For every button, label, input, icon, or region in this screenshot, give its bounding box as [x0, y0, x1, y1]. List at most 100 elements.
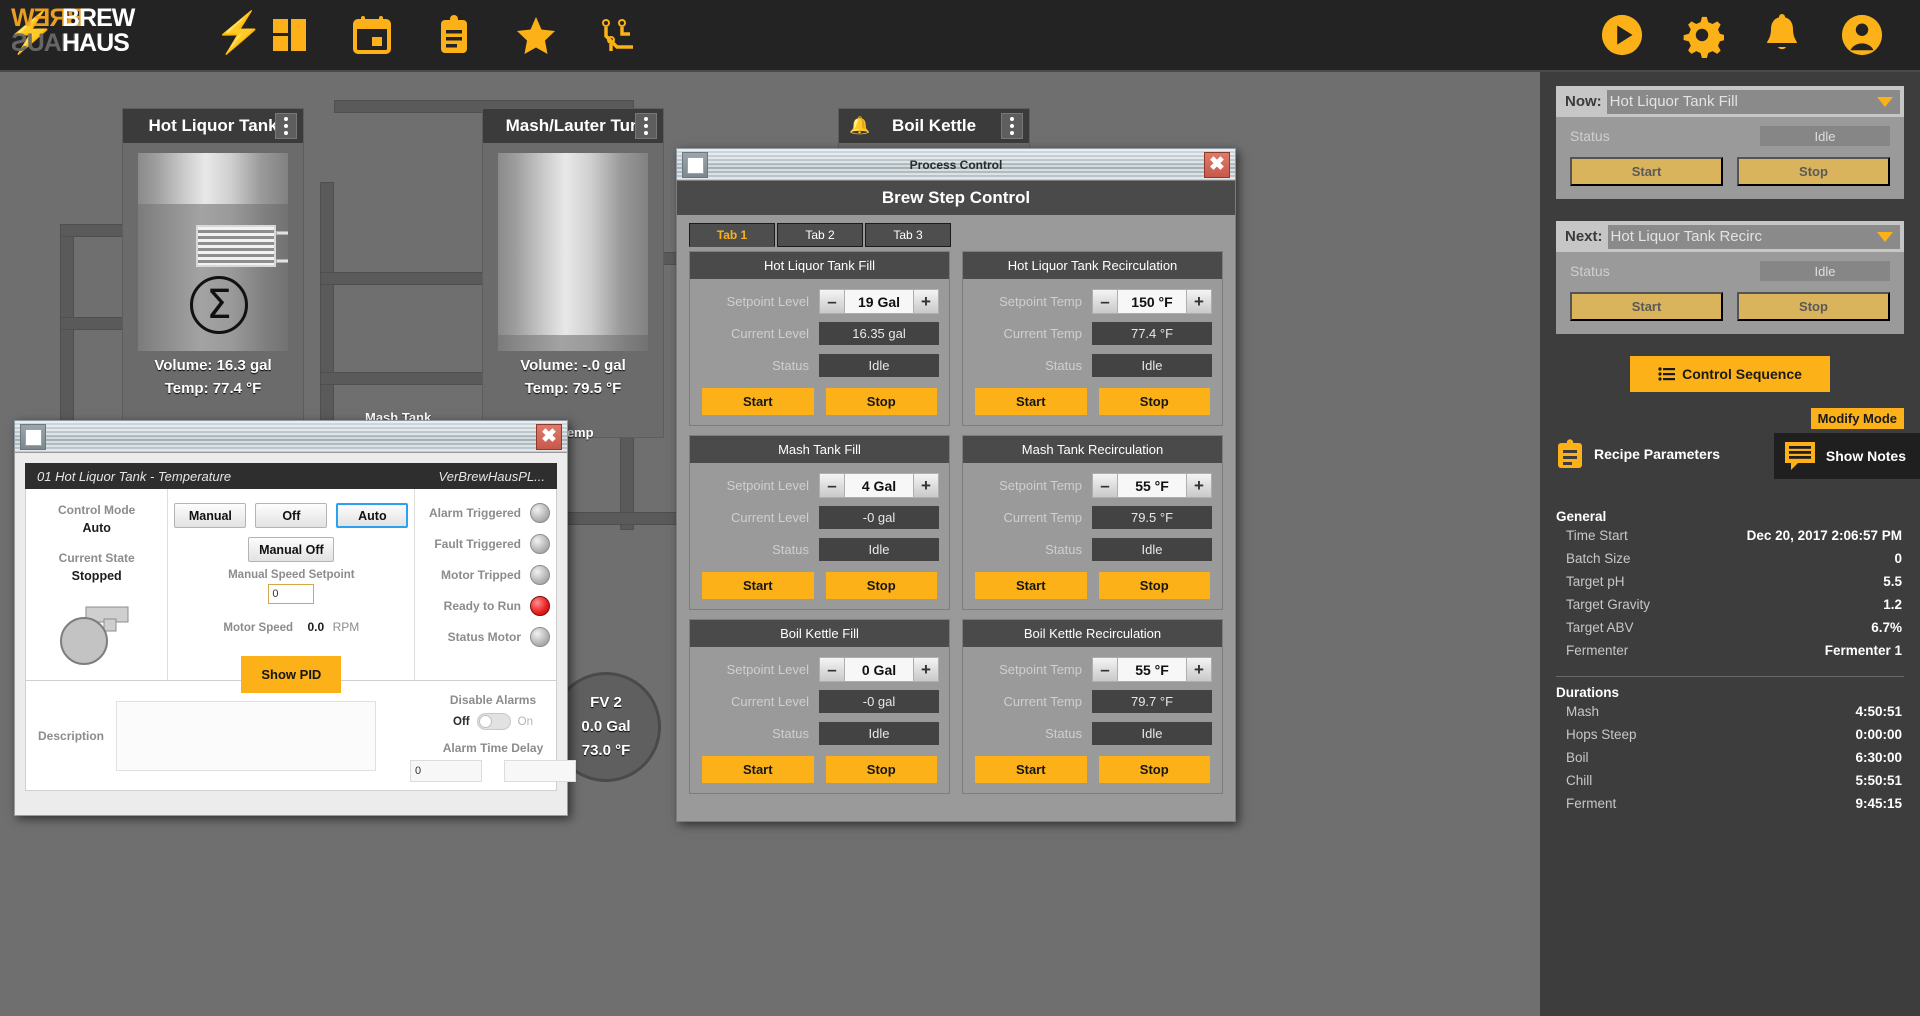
alarm-delay-input[interactable]: 0 [410, 760, 483, 782]
setpoint-label: Setpoint Level [726, 478, 809, 493]
alarm-delay-input-secondary[interactable] [504, 760, 577, 782]
setpoint-label: Setpoint Temp [999, 478, 1082, 493]
start-button[interactable]: Start [702, 756, 814, 783]
led-alarm-triggered: Alarm Triggered [425, 503, 550, 523]
setpoint-stepper[interactable]: – 19 Gal + [819, 289, 939, 314]
stop-button[interactable]: Stop [1098, 572, 1210, 599]
stop-button[interactable]: Stop [1098, 756, 1210, 783]
stop-button[interactable]: Stop [825, 756, 937, 783]
param-row: Target Gravity 1.2 [1556, 593, 1904, 616]
tab-1[interactable]: Tab 1 [689, 223, 775, 247]
setpoint-value[interactable]: 55 °F [1118, 657, 1186, 682]
window-title-bar[interactable]: Process Control ✖ [676, 148, 1236, 180]
tab-2[interactable]: Tab 2 [777, 223, 863, 247]
status-label: Status [772, 542, 809, 557]
next-start-button[interactable]: Start [1570, 292, 1723, 321]
tank-volume-readout: Volume: -.0 gal [520, 357, 626, 374]
setpoint-stepper[interactable]: – 4 Gal + [819, 473, 939, 498]
setpoint-value[interactable]: 4 Gal [845, 473, 913, 498]
setpoint-value[interactable]: 19 Gal [845, 289, 913, 314]
decrement-button[interactable]: – [1092, 473, 1118, 498]
panel-title: Boil Kettle Fill [690, 620, 949, 647]
circuit-icon[interactable] [596, 13, 640, 57]
setpoint-stepper[interactable]: – 55 °F + [1092, 657, 1212, 682]
manual-off-button[interactable]: Manual Off [248, 537, 335, 562]
star-icon[interactable] [514, 13, 558, 57]
disable-alarms-toggle[interactable] [476, 713, 511, 730]
start-button[interactable]: Start [975, 572, 1087, 599]
now-step-select[interactable]: Hot Liquor Tank Fill [1606, 89, 1870, 114]
increment-button[interactable]: + [1186, 289, 1212, 314]
kebab-menu-icon[interactable] [275, 113, 297, 139]
manual-speed-input[interactable]: 0 [268, 584, 315, 604]
brewhaus-logo[interactable]: ⚡ ⚡ BREW HAUS BREW HAUS [4, 0, 264, 71]
window-menu-icon[interactable] [682, 152, 708, 178]
decrement-button[interactable]: – [819, 657, 845, 682]
start-button[interactable]: Start [702, 388, 814, 415]
calendar-icon[interactable] [350, 13, 394, 57]
increment-button[interactable]: + [913, 289, 939, 314]
clipboard-icon[interactable] [432, 13, 476, 57]
close-icon[interactable]: ✖ [536, 424, 562, 450]
window-menu-icon[interactable] [20, 424, 46, 450]
control-sequence-button[interactable]: Control Sequence [1630, 356, 1830, 392]
motor-speed-unit: RPM [332, 620, 360, 634]
user-icon[interactable] [1840, 13, 1884, 57]
chevron-down-icon[interactable] [1870, 224, 1900, 249]
next-status-value: Idle [1760, 261, 1890, 281]
show-notes-button[interactable]: Show Notes [1773, 433, 1920, 479]
param-key: Target pH [1566, 574, 1625, 589]
process-control-window[interactable]: Process Control ✖ Brew Step Control Tab … [676, 148, 1236, 822]
decrement-button[interactable]: – [819, 473, 845, 498]
tank-hot-liquor-tank[interactable]: Hot Liquor Tank Σ Volume: 16.3 gal Temp:… [122, 108, 304, 438]
increment-button[interactable]: + [1186, 657, 1212, 682]
gear-icon[interactable] [1680, 13, 1724, 58]
start-button[interactable]: Start [975, 388, 1087, 415]
close-icon[interactable]: ✖ [1204, 152, 1230, 178]
tab-3[interactable]: Tab 3 [865, 223, 951, 247]
mode-off-button[interactable]: Off [255, 503, 328, 528]
start-button[interactable]: Start [702, 572, 814, 599]
increment-button[interactable]: + [913, 657, 939, 682]
now-start-button[interactable]: Start [1570, 157, 1723, 186]
setpoint-field: Setpoint Temp – 55 °F + [973, 472, 1212, 499]
panel-body: Setpoint Temp – 55 °F + Current Temp 79.… [963, 463, 1222, 609]
setpoint-value[interactable]: 0 Gal [845, 657, 913, 682]
stop-button[interactable]: Stop [825, 572, 937, 599]
window-title: Process Control [909, 157, 1003, 172]
mode-auto-button[interactable]: Auto [336, 503, 409, 528]
setpoint-value[interactable]: 55 °F [1118, 473, 1186, 498]
next-step-select[interactable]: Hot Liquor Tank Recirc [1607, 224, 1870, 249]
now-stop-button[interactable]: Stop [1737, 157, 1890, 186]
stop-button[interactable]: Stop [825, 388, 937, 415]
increment-button[interactable]: + [913, 473, 939, 498]
current-value: -0 gal [819, 690, 939, 713]
show-pid-button[interactable]: Show PID [241, 656, 342, 693]
dashboard-icon[interactable] [268, 13, 312, 57]
stop-button[interactable]: Stop [1098, 388, 1210, 415]
setpoint-value[interactable]: 150 °F [1118, 289, 1186, 314]
decrement-button[interactable]: – [819, 289, 845, 314]
window-title-bar[interactable]: ✖ [14, 420, 568, 452]
tank-mash-lauter-tun[interactable]: Mash/Lauter Tun Volume: -.0 gal Temp: 79… [482, 108, 664, 438]
setpoint-stepper[interactable]: – 55 °F + [1092, 473, 1212, 498]
description-input[interactable] [116, 700, 377, 771]
param-row: Target pH 5.5 [1556, 570, 1904, 593]
led-ready-to-run: Ready to Run [425, 596, 550, 616]
bell-icon[interactable] [1760, 13, 1804, 57]
current-label: Current Level [730, 510, 809, 525]
setpoint-stepper[interactable]: – 150 °F + [1092, 289, 1212, 314]
kebab-menu-icon[interactable] [635, 113, 657, 139]
decrement-button[interactable]: – [1092, 657, 1118, 682]
modify-mode-badge[interactable]: Modify Mode [1810, 408, 1904, 429]
setpoint-stepper[interactable]: – 0 Gal + [819, 657, 939, 682]
increment-button[interactable]: + [1186, 473, 1212, 498]
decrement-button[interactable]: – [1092, 289, 1118, 314]
play-icon[interactable] [1600, 13, 1644, 57]
kebab-menu-icon[interactable] [1001, 113, 1023, 139]
next-stop-button[interactable]: Stop [1737, 292, 1890, 321]
temperature-control-window[interactable]: ✖ 01 Hot Liquor Tank - Temperature VerBr… [14, 420, 577, 816]
start-button[interactable]: Start [975, 756, 1087, 783]
mode-manual-button[interactable]: Manual [174, 503, 247, 528]
chevron-down-icon[interactable] [1870, 89, 1900, 114]
